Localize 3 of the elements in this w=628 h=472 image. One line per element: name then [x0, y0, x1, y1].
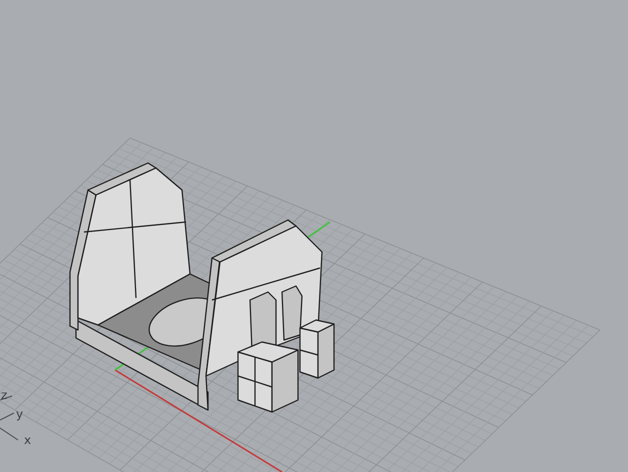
axis-label: x [24, 433, 32, 447]
axis-label: z [1, 388, 8, 402]
axis-label: y [16, 407, 24, 421]
